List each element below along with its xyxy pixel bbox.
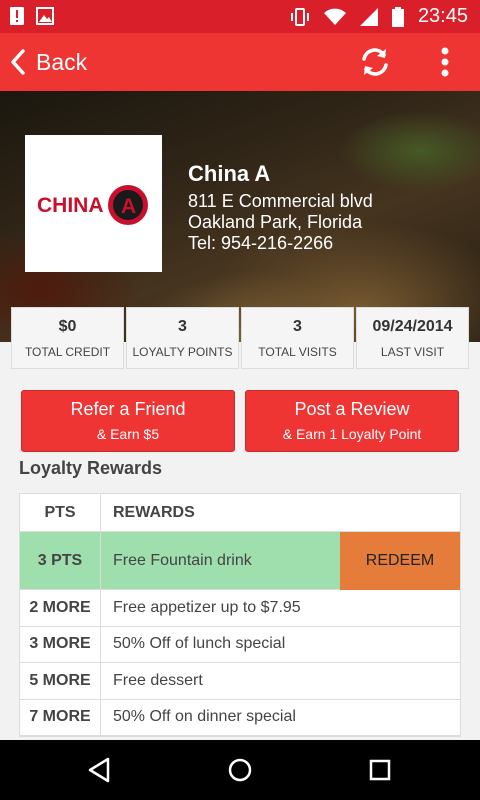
refer-friend-button[interactable]: Refer a Friend & Earn $5 <box>21 390 235 452</box>
stat-total-credit: $0 TOTAL CREDIT <box>11 307 124 369</box>
restaurant-header: CHINA A China A 811 E Commercial blvd Oa… <box>0 91 480 342</box>
system-nav-bar <box>0 740 480 800</box>
reward-points: 2 MORE <box>20 590 101 626</box>
status-bar: 23:45 <box>0 0 480 33</box>
header-rewards: REWARDS <box>113 503 195 521</box>
post-review-button[interactable]: Post a Review & Earn 1 Loyalty Point <box>245 390 459 452</box>
reward-points: 3 MORE <box>20 626 101 662</box>
stat-last-visit: 09/24/2014 LAST VISIT <box>356 307 469 369</box>
signal-icon <box>359 7 378 26</box>
table-header: PTS REWARDS <box>20 494 460 532</box>
nav-back-icon[interactable] <box>86 756 112 784</box>
redeem-button[interactable]: REDEEM <box>340 532 460 590</box>
reward-points: 3 PTS <box>20 532 101 589</box>
table-row: 7 MORE 50% Off on dinner special <box>20 699 460 736</box>
reward-points: 5 MORE <box>20 663 101 699</box>
svg-text:A: A <box>121 195 136 218</box>
back-chevron-icon <box>11 49 25 75</box>
stat-value: 3 <box>293 318 302 335</box>
table-row: 3 MORE 50% Off of lunch special <box>20 626 460 663</box>
wifi-icon <box>323 8 346 25</box>
reward-points: 7 MORE <box>20 699 101 735</box>
button-label: Post a Review <box>294 399 410 419</box>
battery-icon <box>391 6 404 27</box>
stat-label: LOYALTY POINTS <box>132 345 233 359</box>
restaurant-phone[interactable]: Tel: 954-216-2266 <box>188 233 333 254</box>
back-label: Back <box>36 48 88 75</box>
button-label: Refer a Friend <box>70 399 186 419</box>
more-vert-icon[interactable] <box>433 45 457 79</box>
reward-name: 50% Off of lunch special <box>113 635 286 653</box>
header-pts: PTS <box>20 494 101 531</box>
button-sublabel: & Earn $5 <box>96 426 160 442</box>
stat-label: LAST VISIT <box>380 345 445 359</box>
alert-icon <box>10 7 24 25</box>
reward-name: Free dessert <box>113 671 203 689</box>
table-row: 5 MORE Free dessert <box>20 663 460 700</box>
reward-name: Free appetizer up to $7.95 <box>113 598 301 616</box>
restaurant-logo: CHINA A <box>25 135 162 272</box>
back-button[interactable]: Back <box>10 45 87 79</box>
stat-total-visits: 3 TOTAL VISITS <box>241 307 354 369</box>
restaurant-city: Oakland Park, Florida <box>188 212 363 232</box>
loyalty-rewards-table: PTS REWARDS 3 PTS Free Fountain drink RE… <box>19 493 461 737</box>
app-bar: Back <box>0 33 480 91</box>
stats-bar: $0 TOTAL CREDIT 3 LOYALTY POINTS 3 TOTAL… <box>11 307 469 369</box>
reward-name: 50% Off on dinner special <box>113 708 296 726</box>
stat-label: TOTAL CREDIT <box>24 345 111 359</box>
stat-label: TOTAL VISITS <box>258 345 337 359</box>
table-row: 3 PTS Free Fountain drink REDEEM <box>20 532 460 590</box>
nav-home-icon[interactable] <box>227 756 253 784</box>
svg-text:CHINA: CHINA <box>37 194 104 217</box>
restaurant-address: 811 E Commercial blvd <box>188 191 373 211</box>
loyalty-rewards-title: Loyalty Rewards <box>19 458 163 478</box>
restaurant-name: China A <box>188 161 271 186</box>
refresh-icon[interactable] <box>357 45 393 79</box>
vibrate-icon <box>290 7 309 26</box>
clock: 23:45 <box>417 5 468 27</box>
reward-name: Free Fountain drink <box>113 551 252 569</box>
stat-loyalty-points: 3 LOYALTY POINTS <box>126 307 239 369</box>
button-sublabel: & Earn 1 Loyalty Point <box>282 426 422 442</box>
stat-value: 09/24/2014 <box>372 318 453 335</box>
table-row: 2 MORE Free appetizer up to $7.95 <box>20 590 460 627</box>
nav-recents-icon[interactable] <box>367 756 393 784</box>
stat-value: 3 <box>178 318 187 335</box>
stat-value: $0 <box>58 318 77 335</box>
image-icon <box>36 7 54 25</box>
